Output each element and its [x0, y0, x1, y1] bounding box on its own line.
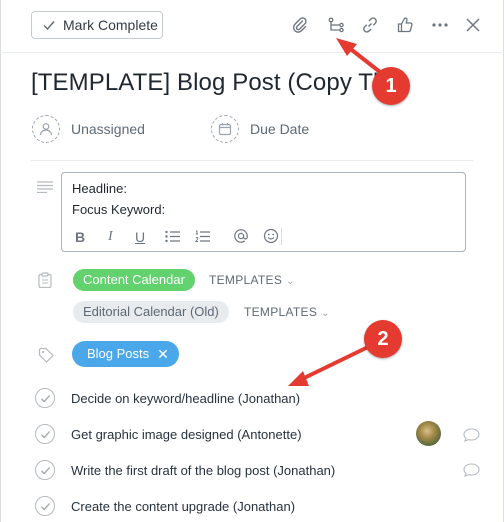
chevron-down-icon: ⌄	[286, 276, 295, 287]
subtask-complete-checkbox[interactable]	[35, 496, 55, 516]
annotation-badge: 2	[364, 320, 402, 358]
tag-label: Blog Posts	[87, 346, 150, 361]
close-icon[interactable]	[463, 15, 483, 35]
due-date-field[interactable]: Due Date	[211, 115, 309, 143]
comment-icon[interactable]	[463, 428, 480, 442]
remove-tag-icon[interactable]: ✕	[157, 341, 169, 367]
projects-icon	[38, 272, 52, 288]
italic-button[interactable]: I	[108, 229, 113, 245]
project-section-dropdown[interactable]: TEMPLATES ⌄	[244, 305, 330, 319]
assignee-field[interactable]: Unassigned	[32, 115, 145, 143]
underline-button[interactable]: U	[135, 229, 145, 245]
subtask-label: Write the first draft of the blog post (…	[71, 462, 336, 478]
checkmark-icon	[43, 21, 55, 31]
subtask-row[interactable]: Decide on keyword/headline (Jonathan)	[35, 383, 480, 413]
chevron-down-icon: ⌄	[321, 308, 330, 319]
project-section-label: TEMPLATES	[209, 273, 283, 287]
assignee-label: Unassigned	[71, 121, 145, 137]
mark-complete-label: Mark Complete	[63, 17, 158, 33]
calendar-icon	[211, 115, 239, 143]
subtask-label: Create the content upgrade (Jonathan)	[71, 498, 296, 514]
subtask-icon[interactable]	[326, 15, 346, 35]
link-icon[interactable]	[360, 15, 380, 35]
subtask-row[interactable]: Write the first draft of the blog post (…	[35, 455, 480, 485]
checkmark-icon	[40, 394, 50, 402]
description-editor[interactable]: Headline: Focus Keyword: B I U	[61, 172, 466, 252]
person-icon	[32, 115, 60, 143]
description-line: Focus Keyword:	[72, 202, 166, 217]
numbered-list-icon[interactable]	[195, 230, 210, 243]
tag-icon	[38, 347, 54, 363]
annotation-arrow	[298, 345, 370, 382]
section-divider	[31, 160, 473, 161]
project-section-dropdown[interactable]: TEMPLATES ⌄	[209, 273, 295, 287]
subtask-complete-checkbox[interactable]	[35, 388, 55, 408]
task-title[interactable]: [TEMPLATE] Blog Post (Copy Th	[31, 69, 501, 97]
subtask-row[interactable]: Get graphic image designed (Antonette)	[35, 419, 480, 449]
paperclip-icon[interactable]	[290, 15, 310, 35]
subtask-complete-checkbox[interactable]	[35, 424, 55, 444]
subtask-row[interactable]: Create the content upgrade (Jonathan)	[35, 491, 480, 521]
mention-icon[interactable]	[233, 228, 249, 244]
checkmark-icon	[40, 502, 50, 510]
project-pill[interactable]: Content Calendar	[73, 269, 195, 291]
more-icon[interactable]	[430, 15, 450, 35]
panel-border-left	[0, 0, 1, 522]
emoji-icon[interactable]	[263, 228, 279, 244]
description-line: Headline:	[72, 181, 127, 196]
comment-icon[interactable]	[463, 463, 480, 477]
subtask-complete-checkbox[interactable]	[35, 460, 55, 480]
project-section-label: TEMPLATES	[244, 305, 318, 319]
project-pill[interactable]: Editorial Calendar (Old)	[73, 301, 229, 323]
bold-button[interactable]: B	[75, 229, 85, 245]
checkmark-icon	[40, 430, 50, 438]
description-icon	[37, 181, 53, 193]
tag-pill[interactable]: Blog Posts ✕	[72, 341, 179, 367]
thumbs-up-icon[interactable]	[395, 15, 415, 35]
avatar[interactable]	[416, 421, 441, 446]
due-date-label: Due Date	[250, 121, 310, 137]
mark-complete-button[interactable]: Mark Complete	[31, 11, 163, 39]
toolbar-separator	[281, 228, 282, 245]
subtask-label: Get graphic image designed (Antonette)	[71, 426, 302, 442]
checkmark-icon	[40, 466, 50, 474]
subtask-label: Decide on keyword/headline (Jonathan)	[71, 390, 301, 406]
bulleted-list-icon[interactable]	[165, 230, 180, 243]
annotation-badge: 1	[372, 67, 410, 105]
task-toolbar: Mark Complete	[0, 0, 504, 53]
